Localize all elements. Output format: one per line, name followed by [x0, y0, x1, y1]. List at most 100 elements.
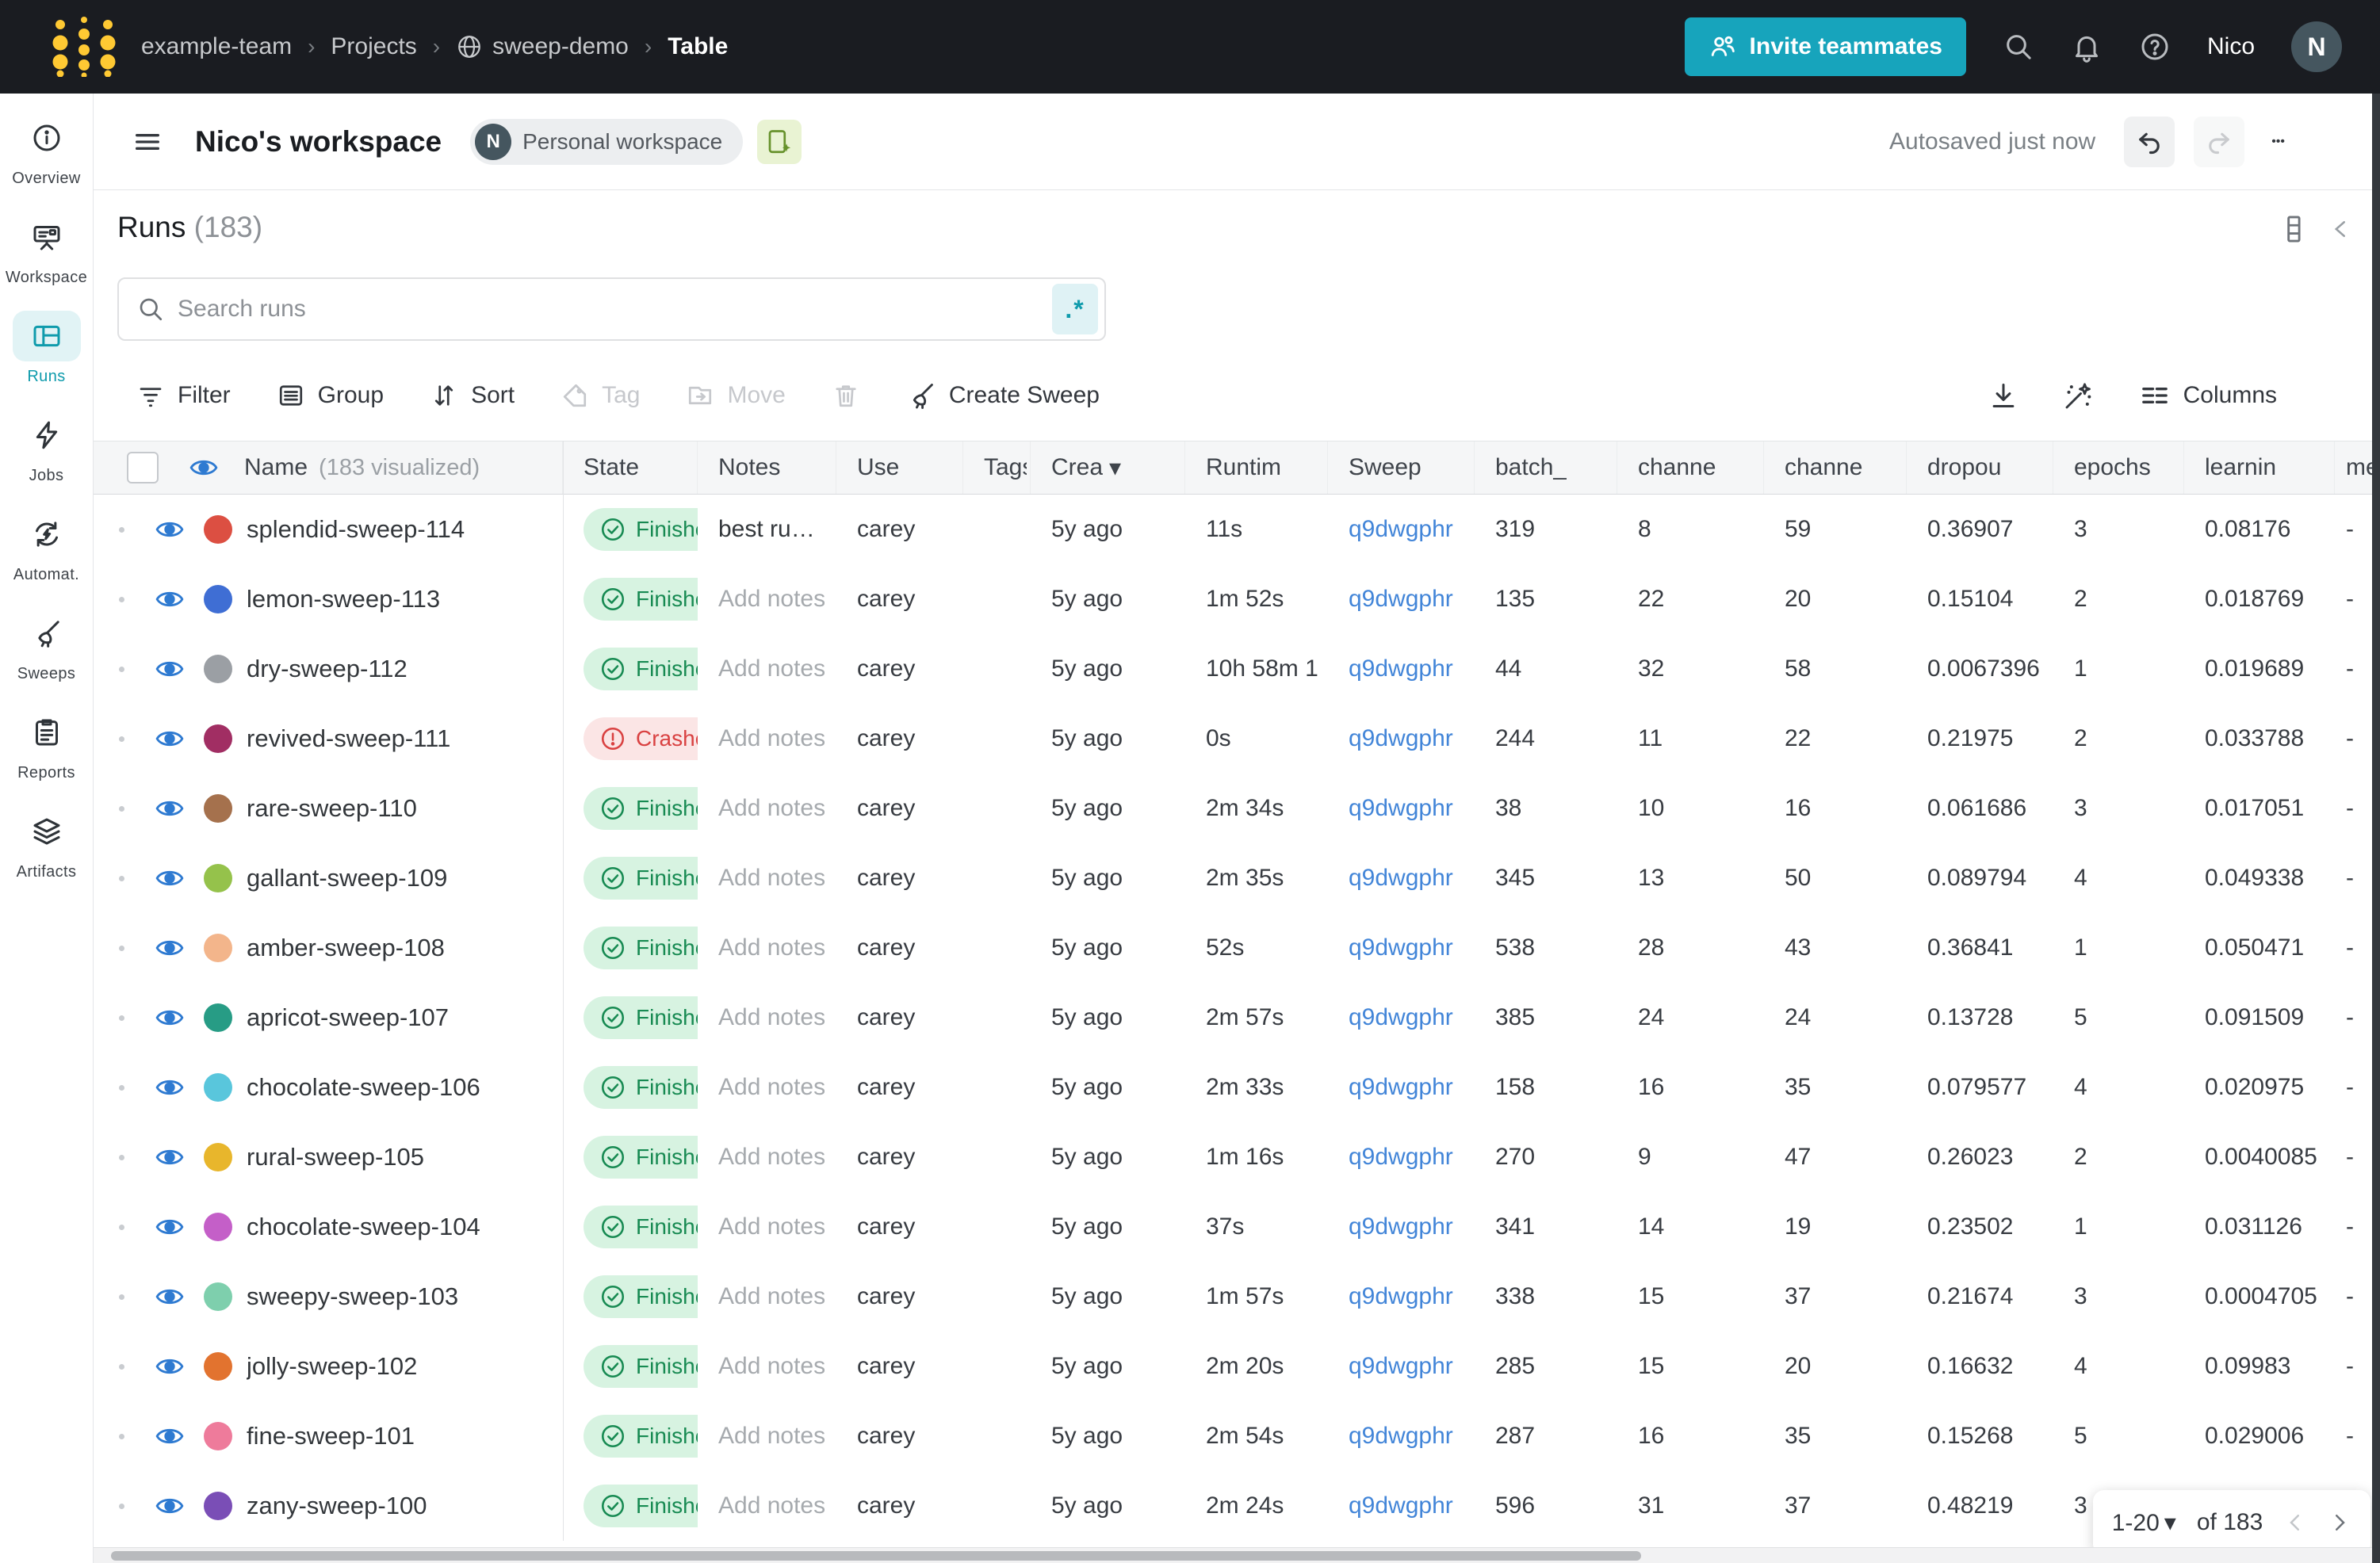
table-row[interactable]: amber-sweep-108 Finished Add notes carey 5y … [94, 913, 2380, 983]
run-notes[interactable]: Add notes [718, 586, 825, 613]
run-notes[interactable]: Add notes [718, 1074, 825, 1101]
column-header-sweep[interactable]: Sweep [1328, 441, 1475, 494]
run-sweep-link[interactable]: q9dwgphr [1349, 1213, 1453, 1240]
collapse-panel-chevron-icon[interactable] [2329, 214, 2353, 244]
breadcrumb-projects[interactable]: Projects [331, 33, 416, 60]
run-name-link[interactable]: sweepy-sweep-103 [247, 1282, 458, 1311]
run-sweep-link[interactable]: q9dwgphr [1349, 865, 1453, 892]
invite-teammates-button[interactable]: Invite teammates [1684, 17, 1966, 76]
column-header-notes[interactable]: Notes [698, 441, 836, 494]
run-notes[interactable]: Add notes [718, 655, 825, 682]
drag-handle[interactable] [119, 526, 124, 533]
table-row[interactable]: chocolate-sweep-104 Finished Add notes care… [94, 1192, 2380, 1262]
breadcrumb-project[interactable]: sweep-demo [456, 33, 629, 60]
drag-handle[interactable] [119, 1433, 124, 1439]
filter-button[interactable]: Filter [136, 381, 231, 410]
sidebar-item-artifacts[interactable]: Artifacts [0, 806, 94, 881]
sidebar-item-sweeps[interactable]: Sweeps [0, 608, 94, 683]
run-name-link[interactable]: jolly-sweep-102 [247, 1352, 417, 1381]
search-runs-input[interactable]: Search runs .* [117, 277, 1106, 341]
run-sweep-link[interactable]: q9dwgphr [1349, 1144, 1453, 1171]
page-range-dropdown[interactable]: 1-20 ▾ [2112, 1509, 2176, 1537]
run-notes[interactable]: Add notes [718, 1423, 825, 1450]
run-notes[interactable]: Add notes [718, 865, 825, 892]
eye-icon[interactable] [155, 654, 185, 684]
run-notes[interactable]: Add notes [718, 725, 825, 752]
eye-icon[interactable] [155, 1351, 185, 1381]
search-icon[interactable] [2003, 31, 2034, 63]
column-header-learning[interactable]: learnin [2184, 441, 2335, 494]
run-notes[interactable]: Add notes [718, 1353, 825, 1380]
sidebar-item-workspace[interactable]: Workspace [0, 212, 94, 287]
table-row[interactable]: sweepy-sweep-103 Finished Add notes carey 5y… [94, 1262, 2380, 1332]
right-panel-edge[interactable] [2372, 94, 2380, 1563]
table-row[interactable]: splendid-sweep-114 Finished best ru… carey 5… [94, 495, 2380, 564]
drag-handle[interactable] [119, 736, 124, 742]
column-header-created[interactable]: Crea ▾ [1031, 441, 1185, 494]
eye-icon[interactable] [155, 584, 185, 614]
run-sweep-link[interactable]: q9dwgphr [1349, 1074, 1453, 1101]
run-name-link[interactable]: dry-sweep-112 [247, 655, 408, 683]
regex-toggle-button[interactable]: .* [1052, 284, 1098, 334]
column-header-state[interactable]: State [563, 441, 698, 494]
table-row[interactable]: jolly-sweep-102 Finished Add notes carey 5y … [94, 1332, 2380, 1401]
run-sweep-link[interactable]: q9dwgphr [1349, 795, 1453, 822]
run-sweep-link[interactable]: q9dwgphr [1349, 1423, 1453, 1450]
sidebar-item-runs[interactable]: Runs [0, 311, 94, 386]
run-name-link[interactable]: rural-sweep-105 [247, 1143, 424, 1171]
user-name[interactable]: Nico [2207, 33, 2255, 60]
eye-icon[interactable] [155, 933, 185, 963]
drag-handle[interactable] [119, 1294, 124, 1300]
run-notes[interactable]: Add notes [718, 1492, 825, 1519]
avatar[interactable]: N [2291, 21, 2342, 72]
eye-icon[interactable] [155, 1072, 185, 1103]
wandb-logo-icon[interactable] [49, 17, 119, 77]
run-sweep-link[interactable]: q9dwgphr [1349, 516, 1453, 543]
run-name-link[interactable]: chocolate-sweep-106 [247, 1073, 480, 1102]
eye-icon[interactable] [155, 793, 185, 824]
run-notes[interactable]: Add notes [718, 795, 825, 822]
drag-handle[interactable] [119, 875, 124, 881]
eye-icon[interactable] [155, 514, 185, 545]
run-notes[interactable]: Add notes [718, 1144, 825, 1171]
column-header-dropout[interactable]: dropou [1907, 441, 2053, 494]
eye-icon[interactable] [155, 1142, 185, 1172]
run-name-link[interactable]: zany-sweep-100 [247, 1492, 427, 1520]
table-row[interactable]: revived-sweep-111 Crashed Add notes carey 5y… [94, 704, 2380, 774]
run-sweep-link[interactable]: q9dwgphr [1349, 586, 1453, 613]
next-page-chevron-icon[interactable] [2328, 1508, 2351, 1537]
table-row[interactable]: fine-sweep-101 Finished Add notes carey 5y a… [94, 1401, 2380, 1471]
sort-button[interactable]: Sort [430, 381, 515, 410]
overflow-menu-icon[interactable]: ••• [2271, 135, 2285, 149]
drag-handle[interactable] [119, 1084, 124, 1091]
sidebar-item-reports[interactable]: Reports [0, 707, 94, 782]
drag-handle[interactable] [119, 596, 124, 602]
drag-handle[interactable] [119, 1503, 124, 1509]
run-name-link[interactable]: revived-sweep-111 [247, 724, 450, 753]
drag-handle[interactable] [119, 1154, 124, 1160]
column-header-epochs[interactable]: epochs [2053, 441, 2184, 494]
table-row[interactable]: dry-sweep-112 Finished Add notes carey 5y ag… [94, 634, 2380, 704]
download-icon[interactable] [1988, 380, 2018, 411]
run-notes[interactable]: Add notes [718, 1213, 825, 1240]
table-row[interactable]: zany-sweep-100 Finished Add notes carey 5y a… [94, 1471, 2380, 1541]
undo-button[interactable] [2124, 116, 2175, 167]
run-sweep-link[interactable]: q9dwgphr [1349, 725, 1453, 752]
clear-workspace-icon[interactable] [757, 119, 802, 164]
sidebar-item-automat[interactable]: Automat. [0, 509, 94, 584]
run-name-link[interactable]: apricot-sweep-107 [247, 1003, 449, 1032]
run-name-link[interactable]: splendid-sweep-114 [247, 515, 465, 544]
eye-icon[interactable] [189, 453, 219, 483]
run-notes[interactable]: Add notes [718, 1283, 825, 1310]
table-row[interactable]: rural-sweep-105 Finished Add notes carey 5y … [94, 1122, 2380, 1192]
run-sweep-link[interactable]: q9dwgphr [1349, 1353, 1453, 1380]
column-header-tags[interactable]: Tags [963, 441, 1031, 494]
eye-icon[interactable] [155, 724, 185, 754]
drag-handle[interactable] [119, 1015, 124, 1021]
create-sweep-button[interactable]: Create Sweep [906, 380, 1100, 411]
workspace-title[interactable]: Nico's workspace [195, 125, 442, 159]
table-row[interactable]: chocolate-sweep-106 Finished Add notes care… [94, 1053, 2380, 1122]
group-button[interactable]: Group [277, 381, 384, 410]
eye-icon[interactable] [155, 1003, 185, 1033]
column-header-ch2[interactable]: channe [1764, 441, 1907, 494]
